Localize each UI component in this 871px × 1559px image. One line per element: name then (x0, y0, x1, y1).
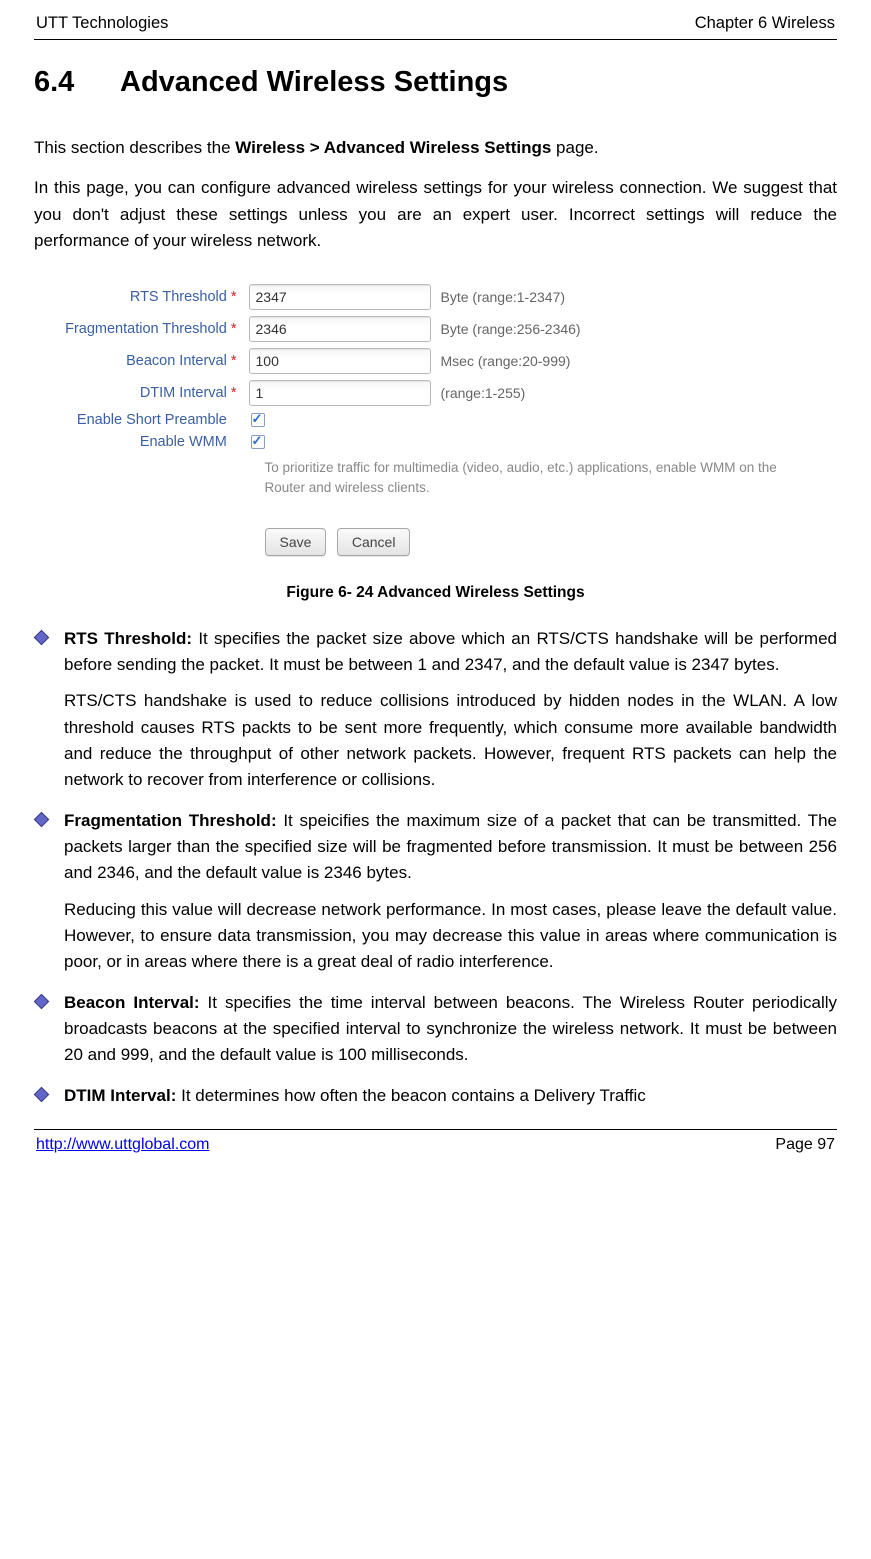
short-preamble-row: Enable Short Preamble* (51, 412, 831, 428)
beacon-interval-row: Beacon Interval* Msec (range:20-999) (51, 348, 831, 374)
frag-threshold-input[interactable] (249, 316, 431, 342)
beacon-interval-input[interactable] (249, 348, 431, 374)
rts-bullet-text-2: RTS/CTS handshake is used to reduce coll… (64, 688, 837, 793)
rts-threshold-row: RTS Threshold* Byte (range:1-2347) (51, 284, 831, 310)
beacon-bullet-title: Beacon Interval: (64, 993, 200, 1012)
diamond-icon (34, 629, 50, 645)
required-icon: * (227, 353, 241, 369)
section-heading: 6.4Advanced Wireless Settings (34, 66, 837, 99)
wmm-note: To prioritize traffic for multimedia (vi… (265, 456, 831, 499)
beacon-label: Beacon Interval (126, 353, 227, 369)
dtim-label: DTIM Interval (140, 385, 227, 401)
required-icon: * (227, 385, 241, 401)
figure-caption: Figure 6- 24 Advanced Wireless Settings (34, 584, 837, 602)
frag-bullet-text-2: Reducing this value will decrease networ… (64, 897, 837, 976)
dtim-bullet-title: DTIM Interval: (64, 1086, 176, 1105)
required-icon: * (227, 289, 241, 305)
header-rule (34, 39, 837, 40)
frag-label: Fragmentation Threshold (65, 321, 227, 337)
dtim-hint: (range:1-255) (431, 385, 526, 401)
dtim-interval-input[interactable] (249, 380, 431, 406)
beacon-hint: Msec (range:20-999) (431, 353, 571, 369)
save-button[interactable]: Save (265, 528, 327, 556)
intro-bold: Wireless > Advanced Wireless Settings (235, 138, 551, 157)
bullet-dtim: DTIM Interval: It determines how often t… (34, 1083, 837, 1111)
rts-threshold-input[interactable] (249, 284, 431, 310)
frag-threshold-row: Fragmentation Threshold* Byte (range:256… (51, 316, 831, 342)
short-preamble-checkbox[interactable] (251, 413, 265, 427)
cancel-button[interactable]: Cancel (337, 528, 411, 556)
frag-hint: Byte (range:256-2346) (431, 321, 581, 337)
footer-url[interactable]: http://www.uttglobal.com (36, 1136, 209, 1154)
frag-bullet-title: Fragmentation Threshold: (64, 811, 277, 830)
rts-bullet-title: RTS Threshold: (64, 629, 192, 648)
preamble-label: Enable Short Preamble (77, 412, 227, 428)
header-chapter: Chapter 6 Wireless (695, 14, 835, 33)
bullet-frag: Fragmentation Threshold: It speicifies t… (34, 808, 837, 986)
dtim-bullet-text-1: It determines how often the beacon conta… (176, 1086, 645, 1105)
diamond-icon (34, 1086, 50, 1102)
settings-form-figure: RTS Threshold* Byte (range:1-2347) Fragm… (34, 268, 837, 559)
intro-paragraph: This section describes the Wireless > Ad… (34, 135, 837, 161)
diamond-icon (34, 993, 50, 1009)
bullet-beacon: Beacon Interval: It specifies the time i… (34, 990, 837, 1079)
section-number: 6.4 (34, 66, 120, 99)
rts-label: RTS Threshold (130, 289, 227, 305)
enable-wmm-checkbox[interactable] (251, 435, 265, 449)
intro-suffix: page. (551, 138, 598, 157)
diamond-icon (34, 811, 50, 827)
header-company: UTT Technologies (36, 14, 168, 33)
footer-rule (34, 1129, 837, 1130)
dtim-interval-row: DTIM Interval* (range:1-255) (51, 380, 831, 406)
intro-prefix: This section describes the (34, 138, 235, 157)
enable-wmm-row: Enable WMM* (51, 434, 831, 450)
description-paragraph: In this page, you can configure advanced… (34, 175, 837, 254)
wmm-label: Enable WMM (140, 434, 227, 450)
footer-page: Page 97 (775, 1136, 835, 1154)
required-icon: * (227, 321, 241, 337)
section-title: Advanced Wireless Settings (120, 66, 508, 98)
rts-hint: Byte (range:1-2347) (431, 289, 566, 305)
bullet-rts: RTS Threshold: It specifies the packet s… (34, 626, 837, 804)
